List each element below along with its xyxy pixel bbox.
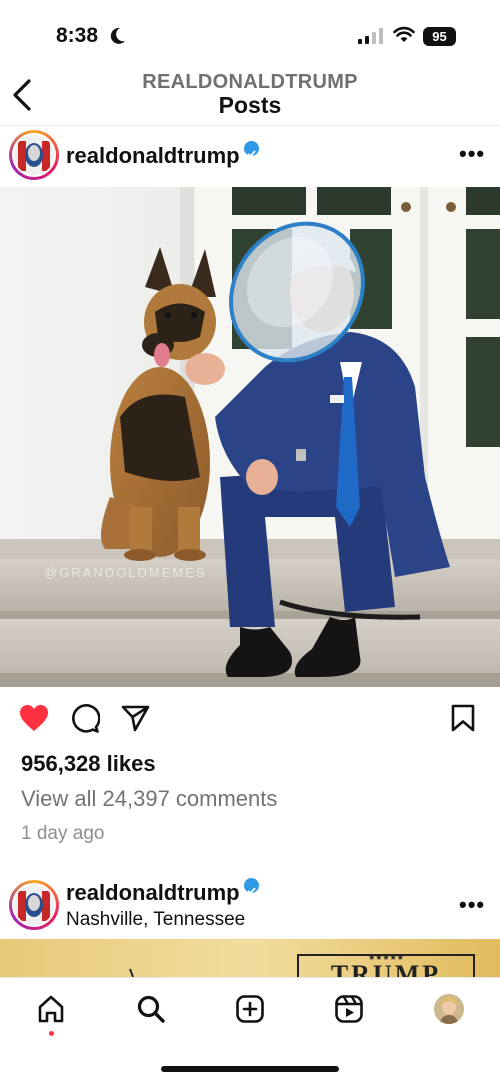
profile-avatar-image (434, 994, 464, 1024)
profile-avatar[interactable] (434, 994, 464, 1024)
post-photo: @GRANDOLDMEMES (0, 187, 500, 687)
more-options-button[interactable]: ••• (459, 892, 485, 918)
search-icon[interactable] (136, 994, 166, 1024)
status-time: 8:38 (56, 24, 99, 47)
nav-header: REALDONALDTRUMP Posts (0, 64, 500, 126)
post-image[interactable]: @GRANDOLDMEMES (0, 187, 500, 687)
account-title: REALDONALDTRUMP (142, 71, 358, 93)
share-icon[interactable] (120, 703, 150, 733)
avatar[interactable] (9, 130, 59, 180)
view-comments-link[interactable]: View all 24,397 comments (21, 786, 277, 812)
comment-icon[interactable] (70, 703, 100, 733)
verified-badge-icon (243, 878, 259, 895)
more-options-button[interactable]: ••• (459, 141, 485, 167)
reels-icon[interactable] (334, 994, 364, 1024)
moon-icon (110, 27, 125, 44)
heart-icon[interactable] (18, 703, 50, 733)
post-image[interactable]: ★★★★★ TRUMP (0, 939, 500, 979)
post-location[interactable]: Nashville, Tennessee (66, 909, 245, 931)
status-bar: 8:38 95 (0, 0, 500, 64)
bookmark-icon[interactable] (450, 703, 476, 733)
watermark-text: @GRANDOLDMEMES (44, 565, 207, 580)
signal-icon (358, 28, 383, 44)
post-timestamp: 1 day ago (21, 823, 105, 844)
trump-banner: ★★★★★ TRUMP (129, 953, 475, 979)
post-username[interactable]: realdonaldtrump (66, 141, 259, 169)
home-icon[interactable] (36, 994, 66, 1024)
avatar[interactable] (9, 880, 59, 930)
avatar-image (14, 135, 54, 175)
create-icon[interactable] (235, 994, 265, 1024)
post-header: realdonaldtrump ••• (0, 127, 500, 185)
post-actions (0, 703, 500, 735)
battery-icon: 95 (423, 27, 456, 46)
page-title: Posts (218, 92, 282, 118)
home-indicator (161, 1066, 339, 1072)
wifi-icon (393, 26, 415, 42)
likes-count[interactable]: 956,328 likes (21, 751, 156, 777)
notification-dot (49, 1031, 54, 1036)
post-header: realdonaldtrump Nashville, Tennessee ••• (0, 878, 500, 936)
post-username[interactable]: realdonaldtrump (66, 878, 259, 906)
avatar-image (14, 885, 54, 925)
verified-badge-icon (243, 141, 259, 158)
